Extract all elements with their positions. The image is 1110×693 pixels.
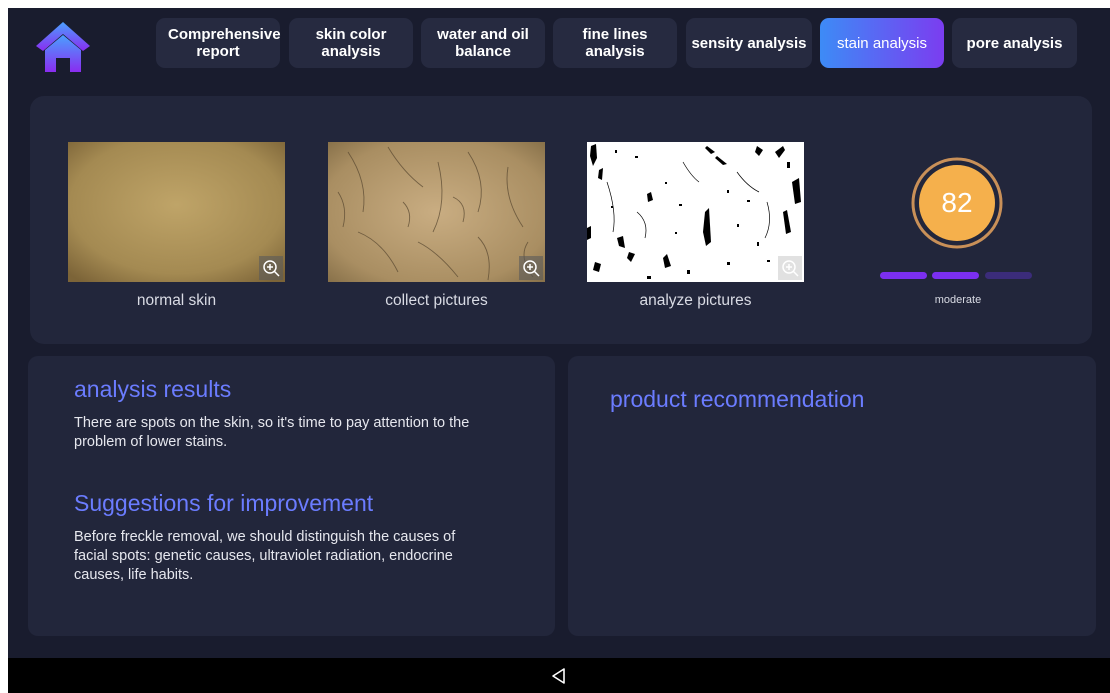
zoom-button[interactable] (259, 256, 283, 280)
tab-water-oil-balance[interactable]: water and oil balance (421, 18, 545, 68)
zoom-button[interactable] (778, 256, 802, 280)
home-icon (36, 22, 90, 72)
collect-pictures-label: collect pictures (385, 292, 488, 309)
image-analysis-panel: normal skin collect pictures analyze pic… (30, 96, 1092, 344)
analyze-pictures-label: analyze pictures (639, 292, 752, 309)
system-nav-bar (8, 658, 1110, 693)
home-button[interactable] (34, 20, 92, 74)
normal-skin-photo (68, 142, 285, 282)
product-recommendation-title: product recommendation (610, 386, 865, 412)
normal-skin-image[interactable] (68, 142, 285, 282)
tab-sensity-analysis[interactable]: sensity analysis (686, 18, 812, 68)
tab-label: pore analysis (966, 34, 1063, 52)
tab-skin-color-analysis[interactable]: skin color analysis (289, 18, 413, 68)
tab-pore-analysis[interactable]: pore analysis (952, 18, 1077, 68)
zoom-in-icon (782, 260, 799, 277)
analysis-results-title: analysis results (74, 376, 232, 402)
tab-label: water and oil balance (437, 26, 529, 60)
zoom-in-icon (523, 260, 540, 277)
tab-stain-analysis[interactable]: stain analysis (820, 18, 944, 68)
tab-label: sensity analysis (691, 34, 807, 52)
collected-skin-photo (328, 142, 545, 282)
product-recommendation-panel: product recommendation (568, 356, 1096, 636)
suggestions-text: Before freckle removal, we should distin… (74, 529, 456, 583)
tab-label: stain analysis (836, 34, 928, 52)
analysis-results-text: There are spots on the skin, so it's tim… (74, 415, 470, 450)
zoom-button[interactable] (519, 256, 543, 280)
tab-label: fine lines analysis (582, 26, 648, 60)
collect-pictures-image[interactable] (328, 142, 545, 282)
tab-label: Comprehensive report (168, 26, 281, 60)
level-segment (880, 272, 927, 279)
analysis-panel: analysis results There are spots on the … (28, 356, 555, 636)
tab-label: skin color analysis (315, 26, 387, 60)
normal-skin-label: normal skin (136, 292, 217, 309)
analyzed-stain-map (587, 142, 804, 282)
back-triangle-icon (552, 668, 565, 684)
back-button[interactable] (549, 666, 569, 686)
level-label: moderate (934, 294, 982, 306)
level-segment (985, 272, 1032, 279)
suggestions-title: Suggestions for improvement (74, 490, 374, 516)
tab-comprehensive-report[interactable]: Comprehensive report (156, 18, 281, 68)
app-screen: Comprehensive report skin color analysis… (8, 8, 1110, 693)
level-segment (932, 272, 979, 279)
stain-score: 82 (941, 187, 973, 218)
zoom-in-icon (263, 260, 280, 277)
tab-fine-lines-analysis[interactable]: fine lines analysis (553, 18, 677, 68)
analyze-pictures-image[interactable] (587, 142, 804, 282)
